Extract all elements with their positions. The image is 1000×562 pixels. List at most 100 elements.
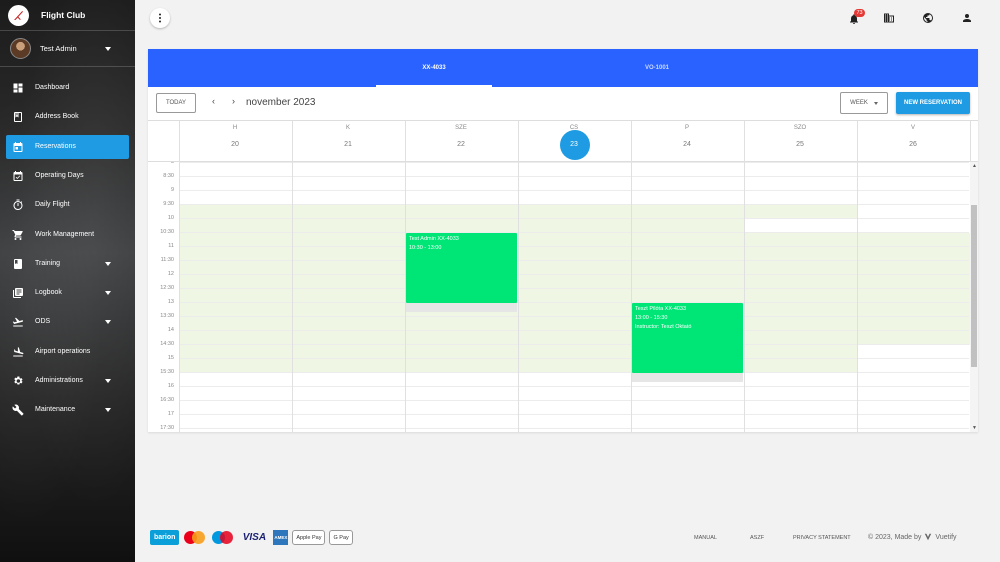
time-gridline: [179, 400, 969, 401]
sidebar-item-reservations[interactable]: Reservations: [6, 134, 129, 159]
today-button[interactable]: TODAY: [156, 93, 196, 113]
calendar-check-icon: [12, 170, 24, 182]
brand[interactable]: Flight Club: [0, 0, 135, 30]
mastercard-logo: [183, 530, 207, 545]
scroll-up-icon[interactable]: ▲: [972, 163, 977, 169]
organization-button[interactable]: [879, 8, 899, 28]
sidebar-item-work-management[interactable]: Work Management: [6, 223, 129, 247]
flight-club-logo-icon: [8, 5, 29, 26]
scroll-thumb[interactable]: [971, 205, 977, 367]
sidebar-item-administrations[interactable]: Administrations: [6, 369, 129, 393]
copyright-text: © 2023, Made by: [868, 533, 922, 541]
day-date-button[interactable]: 26: [857, 138, 969, 152]
sidebar-item-label: ODS: [35, 318, 51, 326]
sidebar-item-training[interactable]: Training: [6, 252, 129, 276]
aircraft-tabs: XX-4033 VO-1001: [148, 49, 978, 87]
column-divider: [857, 162, 858, 432]
day-date-button[interactable]: 21: [292, 138, 404, 152]
event-line: 10:30 - 13:00: [409, 245, 442, 251]
footer-link-aszf[interactable]: ASZF: [750, 535, 764, 541]
dashboard-icon: [12, 82, 24, 94]
sidebar-item-label: Logbook: [35, 289, 62, 297]
time-gridline: [179, 414, 969, 415]
account-button[interactable]: [957, 8, 977, 28]
tools-icon: [12, 404, 24, 416]
view-select[interactable]: WEEK: [840, 92, 888, 114]
footer-link-privacy[interactable]: PRIVACY STATEMENT: [793, 535, 851, 541]
calendar-grid[interactable]: 8 8:30 9 9:30 10 10:30 11 11:30 12 12:30 13 13:30 14…: [148, 162, 978, 432]
language-button[interactable]: [918, 8, 938, 28]
column-divider: [518, 162, 519, 432]
time-label: 12:30: [160, 285, 174, 291]
next-week-button[interactable]: ›: [232, 96, 235, 106]
footer-link-manual[interactable]: MANUAL: [694, 535, 717, 541]
payment-logos: barion VISA AMEX Apple Pay G Pay: [150, 529, 353, 546]
sidebar-item-maintenance[interactable]: Maintenance: [6, 398, 129, 422]
time-label: 12: [167, 271, 174, 277]
day-date-button[interactable]: 24: [631, 138, 743, 152]
scroll-down-icon[interactable]: ▼: [972, 425, 977, 431]
building-icon: [884, 13, 894, 23]
time-gridline: [179, 218, 969, 219]
chevron-down-icon: [105, 408, 111, 413]
time-gridline: [179, 204, 969, 205]
new-reservation-button[interactable]: NEW RESERVATION: [896, 92, 970, 114]
month-title: november 2023: [246, 97, 316, 108]
user-name: Test Admin: [40, 44, 77, 53]
more-menu-button[interactable]: [150, 8, 170, 28]
sidebar-item-daily-flight[interactable]: Daily Flight: [6, 193, 129, 217]
sidebar-item-operating-days[interactable]: Operating Days: [6, 164, 129, 188]
time-label: 10:30: [160, 229, 174, 235]
sidebar-item-airport-operations[interactable]: Airport operations: [6, 340, 129, 364]
chevron-down-icon: [105, 320, 111, 325]
event-line: Test Admin XX-4033: [409, 236, 459, 242]
sidebar-item-label: Operating Days: [35, 171, 84, 179]
reservation-calendar: XX-4033 VO-1001 TODAY ‹ › november 2023 …: [148, 49, 978, 432]
day-date-button[interactable]: 20: [179, 138, 291, 152]
reservation-event[interactable]: Test Admin XX-4033 10:30 - 13:00: [406, 233, 517, 303]
tab-xx-4033[interactable]: XX-4033: [376, 49, 492, 87]
time-label: 8: [170, 162, 174, 165]
sidebar-item-label: Airport operations: [35, 347, 91, 355]
sidebar-item-label: Reservations: [35, 142, 76, 150]
event-line: 13:00 - 15:30: [635, 315, 668, 321]
time-label: 10: [167, 215, 174, 221]
time-label: 17:30: [160, 425, 174, 431]
time-gridline: [179, 190, 969, 191]
sidebar: Flight Club Test Admin Dashboard Address …: [0, 0, 135, 562]
time-gridline: [179, 358, 969, 359]
chevron-down-icon: [105, 379, 111, 383]
day-name: K: [345, 125, 350, 131]
notification-badge: 73: [854, 9, 865, 17]
column-divider: [631, 162, 632, 432]
user-menu[interactable]: Test Admin: [0, 36, 135, 60]
calendar-icon: [12, 141, 24, 153]
reservation-event[interactable]: Teszt Pilóta XX-4033 13:00 - 15:30 Instruc…: [632, 303, 743, 373]
day-date-button[interactable]: 22: [405, 138, 517, 152]
prev-week-button[interactable]: ‹: [212, 96, 215, 106]
app-title: Flight Club: [41, 10, 86, 20]
day-date-button[interactable]: 25: [744, 138, 856, 152]
maestro-logo: [211, 530, 235, 545]
book-bookmark-icon: [12, 258, 24, 270]
tab-vo-1001[interactable]: VO-1001: [599, 49, 715, 87]
divider: [0, 66, 135, 67]
time-gridline: [179, 288, 969, 289]
made-by-link[interactable]: Vuetify: [935, 534, 956, 541]
event-buffer: [406, 302, 517, 312]
time-label: 8:30: [163, 173, 174, 179]
time-gridline: [179, 302, 969, 303]
sidebar-item-ods[interactable]: ODS: [6, 310, 129, 334]
event-line: Instructor: Teszt Oktató: [635, 324, 692, 330]
time-gridline: [179, 372, 969, 373]
cart-icon: [12, 229, 24, 241]
airplane-icon: [12, 316, 24, 328]
sidebar-item-dashboard[interactable]: Dashboard: [6, 76, 129, 100]
stopwatch-icon: [12, 199, 24, 211]
time-gridline: [179, 274, 969, 275]
sidebar-item-logbook[interactable]: Logbook: [6, 281, 129, 305]
scrollbar[interactable]: ▲ ▼: [970, 162, 978, 432]
sidebar-item-address-book[interactable]: Address Book: [6, 105, 129, 129]
operating-hours-shade: [744, 345, 857, 373]
day-date-button[interactable]: 23: [518, 138, 630, 152]
